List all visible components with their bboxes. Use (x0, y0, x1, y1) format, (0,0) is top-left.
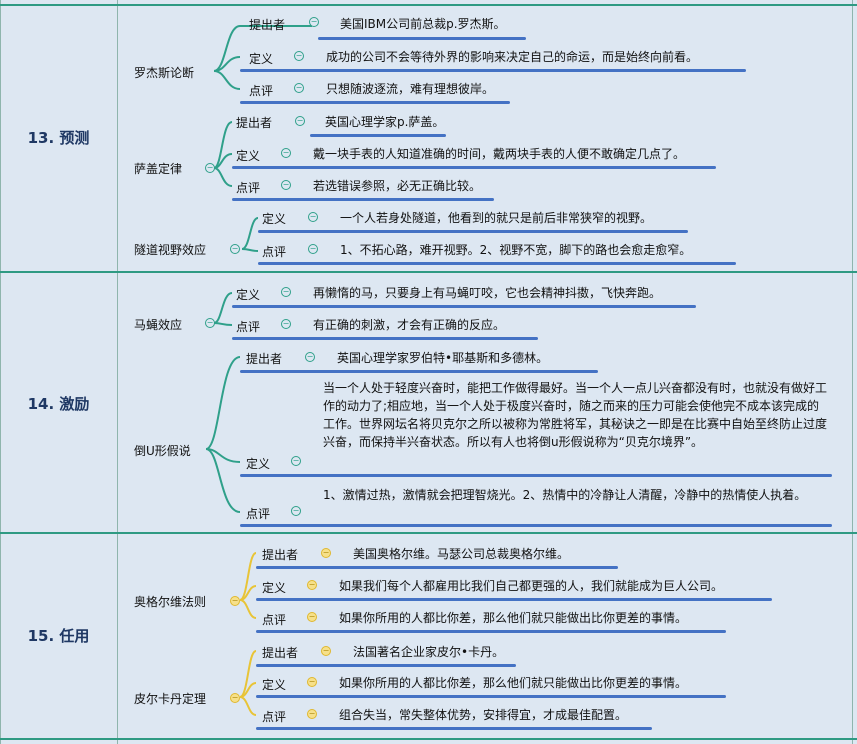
row-text: 如果你所用的人都比你差，那么他们就只能做出比你更差的事情。 (339, 676, 688, 690)
row-text: 1、不拓心路，难开视野。2、视野不宽，脚下的路也会愈走愈窄。 (340, 243, 692, 257)
row-label: 定义 (262, 581, 287, 595)
row-text: 英国心理学家罗伯特•耶基斯和多德林。 (337, 351, 549, 365)
row-label: 提出者 (262, 548, 299, 562)
section-title-14: 14. 激励 (27, 395, 90, 413)
row-label: 定义 (236, 288, 261, 302)
topic-cardin[interactable]: 皮尔卡丹定理 (134, 690, 206, 707)
row-label: 点评 (236, 181, 261, 195)
minus-circle-icon[interactable]: − (281, 180, 291, 190)
row-label: 点评 (262, 245, 287, 259)
row-underline (240, 524, 832, 527)
row-underline (240, 101, 510, 104)
row-underline (256, 695, 726, 698)
mindmap-table: 13. 预测 罗杰斯论断 − 提出者 美国IBM公司前总裁p.罗杰斯。 定义 −… (0, 0, 857, 744)
minus-circle-icon[interactable]: − (291, 506, 301, 516)
minus-circle-icon[interactable]: − (294, 51, 304, 61)
row-text: 只想随波逐流，难有理想彼岸。 (326, 82, 495, 96)
row-underline (310, 134, 446, 137)
minus-circle-icon[interactable]: − (205, 163, 215, 173)
minus-circle-icon[interactable]: − (281, 148, 291, 158)
row-text: 有正确的刺激，才会有正确的反应。 (313, 318, 506, 332)
row-underline (258, 262, 736, 265)
row-text: 美国奥格尔维。马瑟公司总裁奥格尔维。 (353, 547, 570, 561)
row-text-multiline: 当一个人处于轻度兴奋时，能把工作做得最好。当一个人一点儿兴奋都没有时，也就没有做… (323, 381, 828, 449)
row-underline (256, 598, 772, 601)
row-text: 若选错误参照，必无正确比较。 (313, 179, 482, 193)
row-underline (258, 230, 688, 233)
row-text: 如果我们每个人都雇用比我们自己都更强的人，我们就能成为巨人公司。 (339, 579, 724, 593)
row-text: 组合失当，常失整体优势，安排得宜，才成最佳配置。 (339, 708, 628, 722)
section-title-13: 13. 预测 (27, 129, 90, 147)
minus-circle-icon[interactable]: − (205, 318, 215, 328)
row-label: 提出者 (246, 352, 283, 366)
row-label: 定义 (262, 678, 287, 692)
row-label: 点评 (246, 507, 271, 521)
row-text: 如果你所用的人都比你差，那么他们就只能做出比你更差的事情。 (339, 611, 688, 625)
row-underline (232, 337, 538, 340)
row-text: 法国著名企业家皮尔•卡丹。 (353, 645, 505, 659)
topic-rogers[interactable]: 罗杰斯论断 (134, 64, 194, 81)
row-text-multiline: 1、激情过热，激情就会把理智烧光。2、热情中的冷静让人清醒，冷静中的热情使人执着… (323, 488, 807, 502)
row-underline (240, 474, 832, 477)
row-label: 定义 (246, 457, 271, 471)
row-text: 成功的公司不会等待外界的影响来决定自己的命运，而是始终向前看。 (326, 50, 699, 64)
row-label: 点评 (262, 710, 287, 724)
minus-circle-icon[interactable]: − (281, 287, 291, 297)
row-underline (240, 370, 598, 373)
minus-circle-icon[interactable]: − (305, 352, 315, 362)
minus-circle-icon[interactable]: − (307, 612, 317, 622)
topic-sagai[interactable]: 萨盖定律 (134, 160, 182, 177)
row-label: 点评 (236, 320, 261, 334)
row-label: 定义 (262, 212, 287, 226)
row-underline (256, 630, 726, 633)
row-underline (232, 305, 696, 308)
row-label: 点评 (262, 613, 287, 627)
minus-circle-icon[interactable]: − (295, 116, 305, 126)
row-underline (256, 664, 516, 667)
row-label: 定义 (249, 52, 274, 66)
minus-circle-icon[interactable]: − (291, 456, 301, 466)
minus-circle-icon[interactable]: − (308, 212, 318, 222)
row-underline (256, 566, 618, 569)
row-underline (240, 69, 746, 72)
minus-circle-icon[interactable]: − (281, 319, 291, 329)
row-underline (256, 727, 652, 730)
minus-circle-icon[interactable]: − (307, 709, 317, 719)
row-text: 戴一块手表的人知道准确的时间，戴两块手表的人便不敢确定几点了。 (313, 147, 686, 161)
section-title-15: 15. 任用 (27, 627, 90, 645)
row-label: 提出者 (262, 646, 299, 660)
row-underline (232, 198, 494, 201)
minus-circle-icon[interactable]: − (309, 17, 319, 27)
row-label: 提出者 (236, 116, 273, 130)
row-label: 提出者 (249, 18, 286, 32)
topic-ogilvy[interactable]: 奥格尔维法则 (134, 593, 206, 610)
minus-circle-icon[interactable]: − (230, 244, 240, 254)
minus-circle-icon[interactable]: − (308, 244, 318, 254)
topic-tunnel-vision[interactable]: 隧道视野效应 (134, 241, 206, 258)
minus-circle-icon[interactable]: − (307, 677, 317, 687)
minus-circle-icon[interactable]: − (307, 580, 317, 590)
minus-circle-icon[interactable]: − (321, 646, 331, 656)
row-underline (232, 166, 716, 169)
topic-inverted-u[interactable]: 倒U形假说 (134, 442, 191, 459)
row-text: 再懒惰的马，只要身上有马蝇叮咬，它也会精神抖擞，飞快奔跑。 (313, 286, 662, 300)
row-label: 定义 (236, 149, 261, 163)
minus-circle-icon[interactable]: − (294, 83, 304, 93)
row-text: 一个人若身处隧道，他看到的就只是前后非常狭窄的视野。 (340, 211, 653, 225)
row-text: 美国IBM公司前总裁p.罗杰斯。 (340, 17, 506, 31)
row-underline (318, 37, 526, 40)
topic-horsefly[interactable]: 马蝇效应 (134, 316, 182, 333)
row-label: 点评 (249, 84, 274, 98)
minus-circle-icon[interactable]: − (230, 693, 240, 703)
minus-circle-icon[interactable]: − (321, 548, 331, 558)
row-text: 英国心理学家p.萨盖。 (325, 115, 445, 129)
minus-circle-icon[interactable]: − (230, 596, 240, 606)
